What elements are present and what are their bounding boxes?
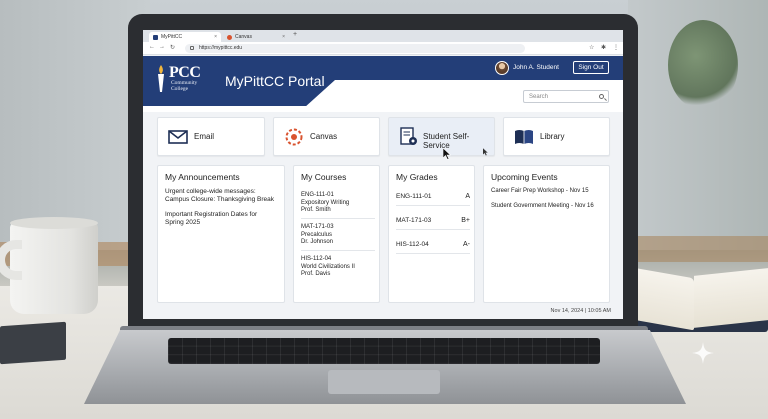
announcement-text[interactable]: Urgent college-wide messages: xyxy=(165,188,256,196)
course-instructor: Prof. Davis xyxy=(301,271,331,277)
course-instructor: Prof. Smith xyxy=(301,207,331,213)
grade-value: B+ xyxy=(461,217,470,224)
course-name: World Civilizations II xyxy=(301,263,355,270)
panel-title: My Courses xyxy=(301,172,347,182)
grade-row[interactable]: ENG-111-01 A xyxy=(396,188,470,206)
book-page xyxy=(694,268,768,328)
browser-tab-bar: MyPittCC × Canvas × + xyxy=(143,30,623,42)
address-bar[interactable]: https://mypittcc.edu xyxy=(185,44,525,53)
grade-row[interactable]: HIS-112-04 A- xyxy=(396,236,470,254)
forward-arrow-icon[interactable]: → xyxy=(159,44,165,50)
reload-icon[interactable]: ↻ xyxy=(170,44,175,51)
quick-link-email[interactable]: Email xyxy=(157,117,265,156)
grade-value: A- xyxy=(463,241,470,248)
laptop-trackpad xyxy=(328,370,440,394)
menu-icon[interactable]: ⋮ xyxy=(613,44,619,51)
panel-title: Upcoming Events xyxy=(491,172,558,182)
book-icon xyxy=(515,130,533,144)
tab-label: MyPittCC xyxy=(161,34,183,40)
quick-link-label: Library xyxy=(540,132,565,141)
portal-header: PCC Community College MyPittCC Portal Jo… xyxy=(143,56,623,112)
grade-value: A xyxy=(465,193,470,200)
logo-subtitle: Community College xyxy=(171,80,198,92)
announcement-text[interactable]: Spring 2025 xyxy=(165,219,200,227)
quick-link-library[interactable]: Library xyxy=(503,117,610,156)
close-tab-icon[interactable]: × xyxy=(214,32,217,42)
coffee-mug xyxy=(0,217,98,314)
canvas-icon xyxy=(285,128,303,146)
avatar[interactable] xyxy=(495,61,509,75)
star-icon[interactable]: ☆ xyxy=(589,44,594,51)
panel-title: My Grades xyxy=(396,172,438,182)
url-text: https://mypittcc.edu xyxy=(199,45,243,51)
laptop-keyboard xyxy=(168,338,600,364)
grade-course: HIS-112-04 xyxy=(396,241,429,248)
page-title: MyPittCC Portal xyxy=(225,73,325,89)
browser-toolbar: ← → ↻ https://mypittcc.edu ☆ ✱ ⋮ xyxy=(143,42,623,55)
favicon-icon xyxy=(227,35,232,40)
envelope-icon xyxy=(168,130,188,144)
document-gear-icon xyxy=(400,127,417,145)
course-item[interactable]: MAT-171-03 Precalculus Dr. Johnson xyxy=(301,224,375,247)
quick-link-student-self-service[interactable]: Student Self-Service xyxy=(388,117,495,156)
back-arrow-icon[interactable]: ← xyxy=(149,44,155,50)
grade-course: MAT-171-03 xyxy=(396,217,432,224)
announcement-text[interactable]: Important Registration Dates for xyxy=(165,211,257,219)
tab-mypittcc[interactable]: MyPittCC × xyxy=(149,32,221,42)
background-desk xyxy=(628,236,768,262)
events-panel: Upcoming Events Career Fair Prep Worksho… xyxy=(483,165,610,303)
course-item[interactable]: HIS-112-04 World Civilizations II Prof. … xyxy=(301,256,375,279)
course-code: MAT-171-03 xyxy=(301,224,334,230)
search-placeholder: Search xyxy=(529,94,549,100)
search-icon[interactable] xyxy=(599,94,604,99)
course-name: Precalculus xyxy=(301,231,333,238)
tab-canvas[interactable]: Canvas × xyxy=(223,32,289,42)
course-item[interactable]: ENG-111-01 Expository Writing Prof. Smit… xyxy=(301,192,375,215)
quick-link-label: Email xyxy=(194,132,215,141)
secondary-cursor-icon xyxy=(483,148,488,156)
user-name[interactable]: John A. Student xyxy=(513,64,559,71)
announcement-text[interactable]: Campus Closure: Thanksgiving Break xyxy=(165,196,274,204)
event-item[interactable]: Student Government Meeting - Nov 16 xyxy=(491,203,594,209)
panel-title: My Announcements xyxy=(165,172,240,182)
sign-out-button[interactable]: Sign Out xyxy=(573,61,609,74)
event-item[interactable]: Career Fair Prep Workshop - Nov 15 xyxy=(491,188,589,194)
divider xyxy=(301,218,375,219)
search-input[interactable]: Search xyxy=(523,90,609,103)
course-code: ENG-111-01 xyxy=(301,192,334,198)
new-tab-icon[interactable]: + xyxy=(293,31,297,38)
close-tab-icon[interactable]: × xyxy=(282,32,285,42)
course-name: Expository Writing xyxy=(301,199,350,206)
courses-panel: My Courses ENG-111-01 Expository Writing… xyxy=(293,165,380,303)
torch-icon xyxy=(158,65,164,92)
grades-panel: My Grades ENG-111-01 A MAT-171-03 B+ HIS… xyxy=(388,165,475,303)
grade-row[interactable]: MAT-171-03 B+ xyxy=(396,212,470,230)
tab-label: Canvas xyxy=(235,34,252,40)
divider xyxy=(301,250,375,251)
grade-course: ENG-111-01 xyxy=(396,193,432,200)
notebook xyxy=(0,321,66,365)
extensions-icon[interactable]: ✱ xyxy=(601,44,606,51)
favicon-icon xyxy=(153,35,158,40)
background-plant xyxy=(668,20,738,110)
quick-link-label: Canvas xyxy=(310,132,338,141)
timestamp: Nov 14, 2024 | 10:05 AM xyxy=(550,308,611,314)
laptop-screen: MyPittCC × Canvas × + ← → ↻ https://mypi… xyxy=(143,30,623,319)
mug-rim xyxy=(10,217,98,229)
sparkle-icon xyxy=(692,342,714,364)
announcements-panel: My Announcements Urgent college-wide mes… xyxy=(157,165,285,303)
course-code: HIS-112-04 xyxy=(301,256,332,262)
quick-link-canvas[interactable]: Canvas xyxy=(273,117,380,156)
mouse-cursor-icon xyxy=(443,148,451,160)
course-instructor: Dr. Johnson xyxy=(301,239,334,245)
lock-icon xyxy=(190,46,194,50)
mug-handle xyxy=(0,240,22,280)
